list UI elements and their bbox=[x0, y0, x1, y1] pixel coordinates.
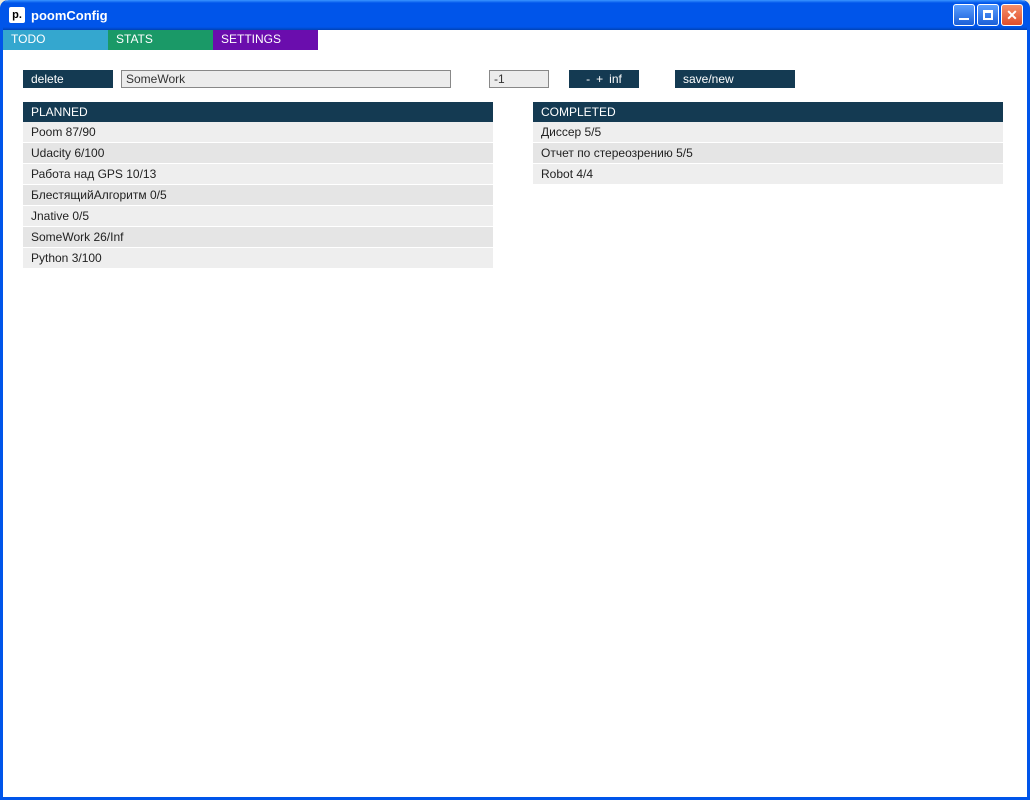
planned-item[interactable]: Jnative 0/5 bbox=[23, 206, 493, 227]
save-button[interactable]: save/new bbox=[675, 70, 795, 88]
maximize-button[interactable] bbox=[977, 4, 999, 26]
tab-settings[interactable]: SETTINGS bbox=[213, 30, 318, 50]
planned-item[interactable]: Python 3/100 bbox=[23, 248, 493, 269]
minus-label: - bbox=[586, 72, 590, 86]
app-icon: p. bbox=[9, 7, 25, 23]
completed-header: COMPLETED bbox=[533, 102, 1003, 122]
tab-stats[interactable]: STATS bbox=[108, 30, 213, 50]
planned-list: PLANNED Poom 87/90Udacity 6/100Работа на… bbox=[23, 102, 493, 269]
close-button[interactable]: ✕ bbox=[1001, 4, 1023, 26]
planned-item[interactable]: SomeWork 26/Inf bbox=[23, 227, 493, 248]
toolbar: delete - + inf save/new bbox=[3, 50, 1027, 102]
tab-todo[interactable]: TODO bbox=[3, 30, 108, 50]
task-name-input[interactable] bbox=[121, 70, 451, 88]
planned-header: PLANNED bbox=[23, 102, 493, 122]
minimize-button[interactable] bbox=[953, 4, 975, 26]
delete-button[interactable]: delete bbox=[23, 70, 113, 88]
tab-bar: TODO STATS SETTINGS bbox=[3, 30, 1027, 50]
planned-item[interactable]: Работа над GPS 10/13 bbox=[23, 164, 493, 185]
completed-list: COMPLETED Диссер 5/5Отчет по стереозрени… bbox=[533, 102, 1003, 269]
inf-label: inf bbox=[609, 72, 622, 86]
window-title: poomConfig bbox=[31, 8, 953, 23]
completed-item[interactable]: Отчет по стереозрению 5/5 bbox=[533, 143, 1003, 164]
plus-label: + bbox=[596, 72, 603, 86]
completed-item[interactable]: Диссер 5/5 bbox=[533, 122, 1003, 143]
planned-item[interactable]: Poom 87/90 bbox=[23, 122, 493, 143]
lists-area: PLANNED Poom 87/90Udacity 6/100Работа на… bbox=[3, 102, 1027, 269]
adjust-button[interactable]: - + inf bbox=[569, 70, 639, 88]
completed-item[interactable]: Robot 4/4 bbox=[533, 164, 1003, 185]
content-area: TODO STATS SETTINGS delete - + inf save/… bbox=[3, 30, 1027, 797]
planned-item[interactable]: Udacity 6/100 bbox=[23, 143, 493, 164]
task-num-input[interactable] bbox=[489, 70, 549, 88]
app-window: p. poomConfig ✕ TODO STATS SETTINGS dele… bbox=[0, 0, 1030, 800]
planned-item[interactable]: БлестящийАлгоритм 0/5 bbox=[23, 185, 493, 206]
titlebar[interactable]: p. poomConfig ✕ bbox=[3, 0, 1027, 30]
